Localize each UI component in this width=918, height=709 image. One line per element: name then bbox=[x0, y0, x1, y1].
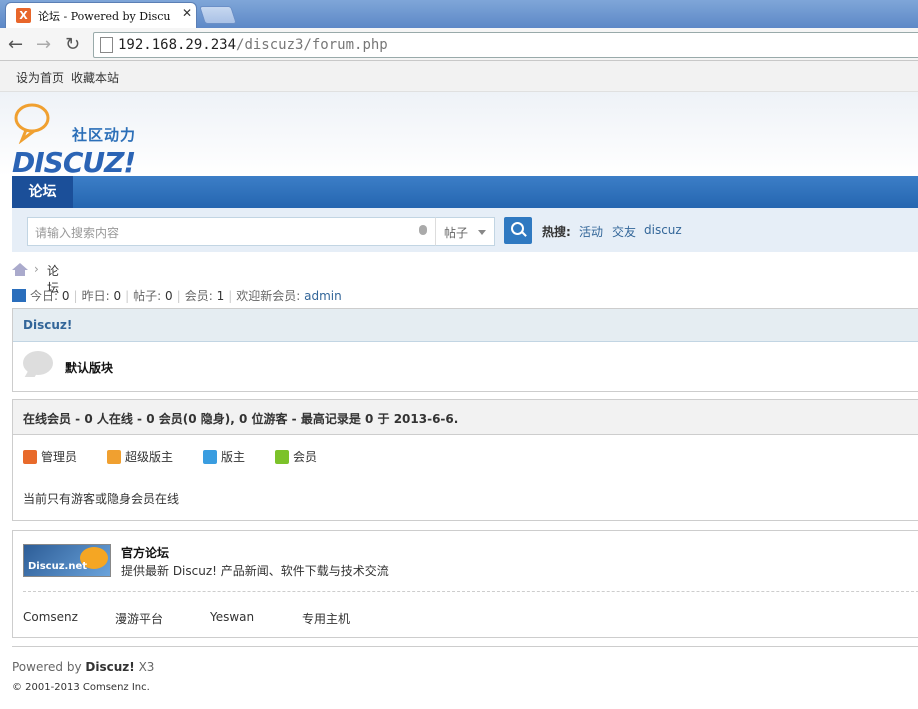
microphone-icon[interactable] bbox=[419, 225, 427, 235]
tab-title: 论坛 - Powered by Discu bbox=[38, 10, 171, 23]
search-type-select[interactable]: 帖子 bbox=[435, 217, 495, 246]
breadcrumb-separator: › bbox=[34, 262, 39, 276]
address-bar[interactable]: 192.168.29.234/discuz3/forum.php bbox=[93, 32, 918, 58]
stat-members: 1 bbox=[216, 289, 225, 303]
top-links-bar: 设为首页 收藏本站 bbox=[0, 61, 918, 92]
legend-member: 会员 bbox=[275, 448, 317, 465]
forum-stats: 今日: 0 | 昨日: 0 | 帖子: 0 | 会员: 1 | 欢迎新会员: admin bbox=[12, 287, 342, 304]
footer-divider bbox=[12, 646, 918, 647]
main-nav: 论坛 bbox=[12, 176, 918, 208]
chevron-down-icon bbox=[478, 230, 486, 235]
discuz-net-logo[interactable]: Discuz.net bbox=[23, 544, 111, 577]
partner-links-box: Discuz.net 官方论坛 提供最新 Discuz! 产品新闻、软件下载与技… bbox=[12, 530, 918, 638]
legend-mod: 版主 bbox=[203, 448, 245, 465]
close-tab-icon[interactable]: ✕ bbox=[182, 6, 192, 20]
admin-user-icon bbox=[23, 449, 37, 464]
browser-tab-strip: X 论坛 - Powered by Discu ✕ bbox=[0, 0, 918, 28]
newest-member-link[interactable]: admin bbox=[304, 289, 342, 303]
legend-admin: 管理员 bbox=[23, 448, 77, 465]
partner-link[interactable]: Comsenz bbox=[23, 610, 78, 624]
logo-tagline: 社区动力 bbox=[72, 126, 137, 144]
member-icon bbox=[275, 449, 289, 464]
set-home-link[interactable]: 设为首页 bbox=[16, 69, 64, 86]
hot-term-link[interactable]: discuz bbox=[644, 223, 682, 237]
partner-description: 提供最新 Discuz! 产品新闻、软件下载与技术交流 bbox=[121, 564, 389, 578]
forward-arrow-icon[interactable]: → bbox=[36, 34, 51, 55]
stats-chart-icon bbox=[12, 289, 26, 302]
nav-item-forum[interactable]: 论坛 bbox=[12, 176, 73, 208]
new-tab-button[interactable] bbox=[199, 6, 237, 24]
search-bar: 请输入搜索内容 帖子 热搜: 活动 交友 discuz bbox=[12, 208, 918, 252]
logo-wordmark: DISCUZ! bbox=[12, 146, 136, 179]
search-button[interactable] bbox=[504, 217, 532, 244]
bubble-logo-icon bbox=[14, 103, 50, 144]
super-moderator-icon bbox=[107, 449, 121, 464]
home-icon[interactable] bbox=[12, 263, 28, 270]
search-input[interactable]: 请输入搜索内容 bbox=[27, 217, 437, 246]
moderator-icon bbox=[203, 449, 217, 464]
site-header: 社区动力 DISCUZ! bbox=[0, 92, 918, 179]
search-type-value: 帖子 bbox=[444, 226, 469, 240]
copyright: © 2001-2013 Comsenz Inc. bbox=[12, 682, 150, 693]
forum-link[interactable]: 默认版块 bbox=[65, 359, 113, 376]
stat-today: 0 bbox=[61, 289, 70, 303]
partner-link[interactable]: Yeswan bbox=[210, 610, 254, 624]
online-members-box: 在线会员 - 0 人在线 - 0 会员(0 隐身), 0 位游客 - 最高记录是… bbox=[12, 399, 918, 521]
online-title[interactable]: 在线会员 - 0 人在线 - 0 会员(0 隐身), 0 位游客 - 最高记录是… bbox=[23, 410, 458, 427]
browser-toolbar: ← → ↻ 192.168.29.234/discuz3/forum.php bbox=[0, 28, 918, 61]
legend-super-mod: 超级版主 bbox=[107, 448, 173, 465]
divider bbox=[23, 591, 918, 592]
category-title[interactable]: Discuz! bbox=[23, 318, 72, 332]
page-icon bbox=[100, 37, 113, 53]
stat-yesterday: 0 bbox=[113, 289, 122, 303]
back-arrow-icon[interactable]: ← bbox=[8, 34, 23, 55]
reload-icon[interactable]: ↻ bbox=[65, 34, 80, 55]
partner-link[interactable]: 漫游平台 bbox=[115, 610, 163, 627]
browser-tab[interactable]: X 论坛 - Powered by Discu ✕ bbox=[6, 3, 196, 28]
hot-term-link[interactable]: 活动 bbox=[579, 225, 603, 239]
partner-link[interactable]: 专用主机 bbox=[302, 610, 350, 627]
favicon-icon: X bbox=[16, 8, 31, 23]
favorite-link[interactable]: 收藏本站 bbox=[71, 69, 119, 86]
brand-link[interactable]: Discuz! bbox=[85, 660, 134, 674]
search-placeholder: 请输入搜索内容 bbox=[35, 226, 120, 240]
url-text: 192.168.29.234/discuz3/forum.php bbox=[118, 37, 388, 53]
online-message: 当前只有游客或隐身会员在线 bbox=[23, 492, 180, 506]
hot-term-link[interactable]: 交友 bbox=[612, 225, 636, 239]
category-box: Discuz! 默认版块 bbox=[12, 308, 918, 392]
url-path: /discuz3/forum.php bbox=[236, 37, 388, 53]
hot-search-label: 热搜: bbox=[542, 225, 571, 239]
powered-by: Powered by Discuz! X3 bbox=[12, 660, 155, 674]
url-host: 192.168.29.234 bbox=[118, 37, 237, 53]
partner-title[interactable]: 官方论坛 bbox=[121, 544, 169, 561]
stat-posts: 0 bbox=[165, 289, 173, 303]
